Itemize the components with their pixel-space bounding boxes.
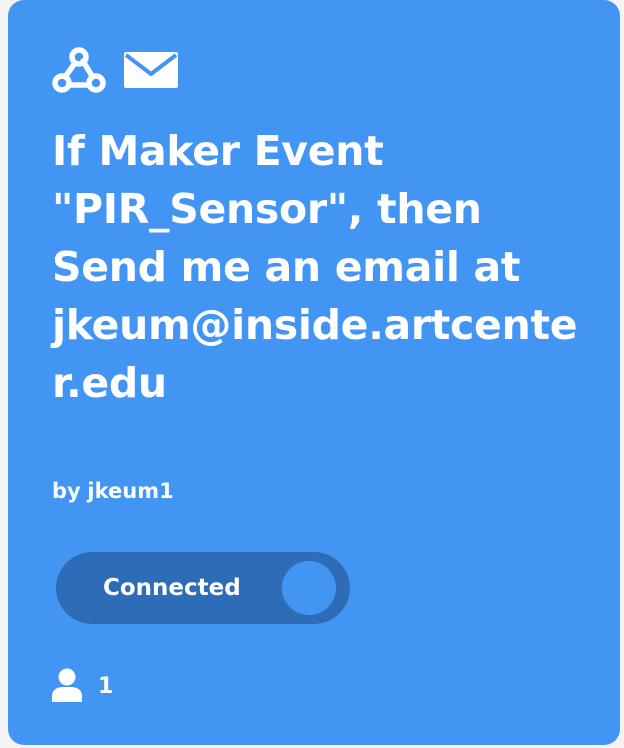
author-name[interactable]: jkeum1 (87, 479, 173, 503)
connect-toggle[interactable]: Connected (56, 552, 350, 624)
webhooks-icon (52, 46, 106, 94)
user-count: 1 (52, 668, 113, 706)
toggle-label: Connected (103, 575, 241, 601)
applet-title: If Maker Event "PIR_Sensor", then Send m… (52, 127, 578, 407)
author-line: by jkeum1 (52, 476, 174, 506)
email-icon (124, 52, 178, 88)
user-count-value: 1 (98, 674, 114, 699)
applet-card[interactable]: If Maker Event "PIR_Sensor", then Send m… (8, 0, 620, 745)
toggle-knob[interactable] (282, 561, 336, 615)
author-prefix: by (52, 479, 81, 503)
user-icon (52, 668, 82, 706)
service-icons (52, 46, 178, 94)
